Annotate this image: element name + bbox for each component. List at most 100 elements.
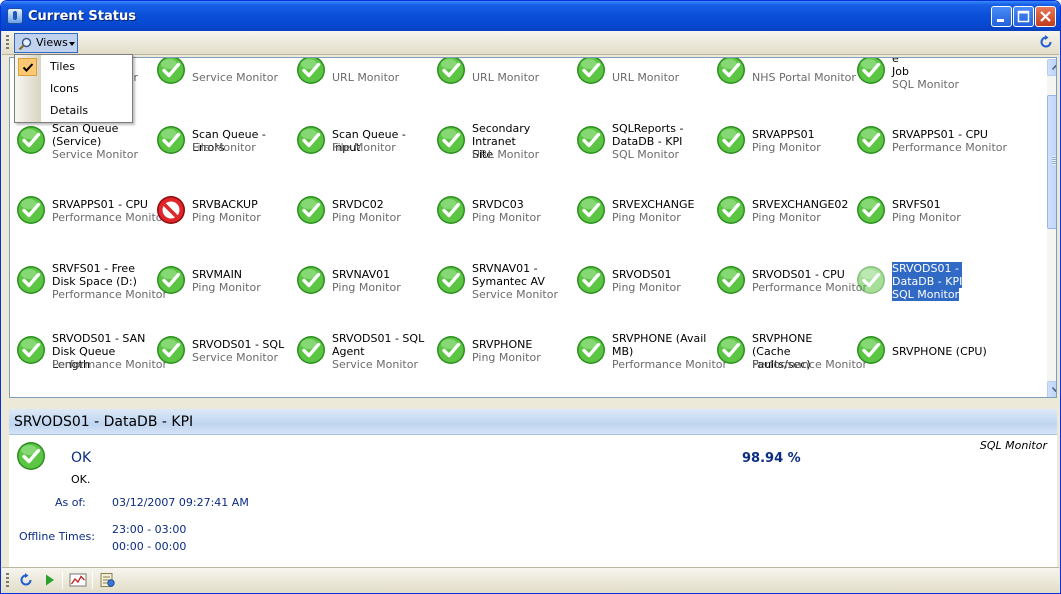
status-tile[interactable]: SRVPHONE (Pg [574,391,714,397]
status-tile[interactable]: SRVODS01 - SQL Agent Service Monitor [294,321,434,381]
tile-name: SRVEXCHANGE02 [752,198,849,211]
tile-monitor-type: Ping Monitor [472,211,541,224]
toolbar-grip[interactable] [6,573,9,589]
status-tile[interactable]: e Job SQL Monitor [854,57,994,101]
tile-monitor-type: Ping Monitor [752,141,821,154]
tile-name: SRVEXCHANGE [612,198,695,211]
status-tile[interactable]: SRVPHONE (Page [434,391,574,397]
status-tile[interactable]: SRVBACKUP Ping Monitor [154,181,294,241]
minimize-button[interactable] [991,6,1012,27]
title-bar[interactable]: Current Status [1,1,1060,31]
status-tile[interactable]: SRVODS01 Ping Monitor [574,251,714,311]
tile-name: SRVBACKUP [192,198,258,211]
tile-monitor-type: Ping Monitor [332,211,401,224]
views-dropdown-button[interactable]: Views [14,33,78,53]
configure-icon[interactable] [99,572,115,588]
green-check-icon [716,265,746,295]
toolbar-separator [92,572,93,589]
tile-name: SRVODS01 [612,268,672,281]
status-tile[interactable]: SRVPHONE (Inbox [294,391,434,397]
as-of-label: As of: [55,496,86,509]
minimize-icon [997,19,1004,22]
close-icon [1040,11,1051,22]
status-tile[interactable]: SRVPHONE (Pg [714,391,854,397]
tile-monitor-type: Performance Monitor [52,211,168,224]
status-tile[interactable]: URL Monitor [294,58,434,101]
green-check-icon [296,335,326,365]
status-tile[interactable]: SRVODS01 - CPU Performance Monitor [714,251,867,311]
status-tile[interactable]: SRVPHONE Ping Monitor [434,321,574,381]
scroll-thumb[interactable] [1047,95,1056,229]
status-tile[interactable]: SRVFS01 - Free Disk Space (D:) Performanc… [14,251,167,311]
toolbar-grip[interactable] [6,35,9,51]
tile-monitor-type: Performance Monitor [752,281,868,294]
tile-name: SRVAPPS01 - CPU [892,128,988,141]
play-icon[interactable] [42,572,58,588]
status-tile[interactable]: SRVAPPS01 Ping Monitor [714,111,854,171]
scroll-down-button[interactable] [1047,381,1056,397]
tile-name: SRVPHONE (Avail MB) [612,332,707,358]
status-tile[interactable]: SRVODS01 - DataDB - KPI SQL Monitor [854,251,994,311]
status-tile[interactable]: SRVODS01 - SQL Service Monitor [154,321,294,381]
status-tile[interactable]: URL Monitor [434,58,574,101]
scroll-up-button[interactable] [1047,59,1056,76]
status-tile[interactable]: SRVDC02 Ping Monitor [294,181,434,241]
status-tile[interactable]: URL Monitor [574,58,714,101]
status-tile[interactable]: SRVAPPS01 - CPU Performance Monitor [854,111,1007,171]
status-tile[interactable]: SRVNAV01 - Symantec AV Service Monitor [434,251,574,311]
tile-name: SRVDC03 [472,198,524,211]
status-tile[interactable]: SRVPHONE (Cache Faults/sec) Performance M… [714,321,867,381]
status-tile[interactable]: Scan Queue - Input File Monitor [294,111,434,171]
status-tile[interactable]: SQLReports - DataDB - KPI SQL Monitor [574,111,714,171]
status-tiles-view[interactable]: Service Monitor Service Monitor URL Monito… [9,57,1057,398]
vertical-scrollbar[interactable] [1047,59,1056,397]
menu-item-tiles[interactable]: Tiles [15,56,133,78]
app-icon [7,8,23,24]
status-tile[interactable]: SRVPHONE [14,391,154,397]
detail-title: SRVODS01 - DataDB - KPI [14,414,194,430]
green-check-icon [856,335,886,365]
tile-name: e Job [892,57,909,78]
tile-monitor-type: Service Monitor [192,351,278,364]
top-toolbar: Views [2,31,1059,55]
status-tile[interactable]: SRVMAIN Ping Monitor [154,251,294,311]
status-tile[interactable]: SRVAPPS01 - CPU Performance Monitor [14,181,167,241]
green-check-icon [716,195,746,225]
splitter[interactable] [2,401,1059,407]
chevron-up-icon [1052,65,1056,70]
status-tile[interactable]: SRVODS01 - SAN Disk Queue Length Performa… [14,321,167,381]
status-tile[interactable]: SRVEXCHANGE02 Ping Monitor [714,181,854,241]
refresh-icon[interactable] [1038,34,1054,50]
tile-monitor-type: File Monitor [192,141,256,154]
status-tile[interactable]: Secondary Intranet Site URL Monitor [434,111,574,171]
status-tile[interactable]: SRVDC03 Ping Monitor [434,181,574,241]
tile-monitor-type: NHS Portal Monitor [752,71,856,84]
close-button[interactable] [1035,6,1056,27]
window-title: Current Status [28,9,136,24]
checkmark-icon [18,58,37,76]
menu-item-details[interactable]: Details [15,100,133,122]
green-check-icon [436,195,466,225]
tile-monitor-type: URL Monitor [472,148,540,161]
status-tile[interactable]: SRVPHONE (Avail MB) Performance Monitor [574,321,727,381]
tile-name: SRVNAV01 - Symantec AV [472,262,545,288]
status-tile[interactable]: NHS Portal Monitor [714,58,856,101]
status-tile[interactable]: Scan Queue - Errors File Monitor [154,111,294,171]
maximize-button[interactable] [1013,6,1034,27]
offline-time-1: 23:00 - 03:00 [112,523,187,536]
green-check-icon [16,195,46,225]
tile-monitor-type: SQL Monitor [612,148,680,161]
chart-icon[interactable] [69,572,87,588]
tile-monitor-type: Ping Monitor [612,211,681,224]
refresh-icon[interactable] [18,572,34,588]
status-tile[interactable]: SRVEXCHANGE Ping Monitor [574,181,714,241]
status-tile[interactable]: Service Monitor [154,58,294,101]
status-tile[interactable]: SRVFS01 Ping Monitor [854,181,994,241]
status-tile[interactable]: SRVPHONE (CPU) [854,321,994,381]
views-menu: Tiles Icons Details [14,54,133,123]
status-tile[interactable]: SRVPHONE (Free [154,391,294,397]
menu-item-icons[interactable]: Icons [15,78,133,100]
status-tile[interactable]: SRVNAV01 Ping Monitor [294,251,434,311]
green-check-icon [16,265,46,295]
tile-monitor-type: File Monitor [332,141,396,154]
